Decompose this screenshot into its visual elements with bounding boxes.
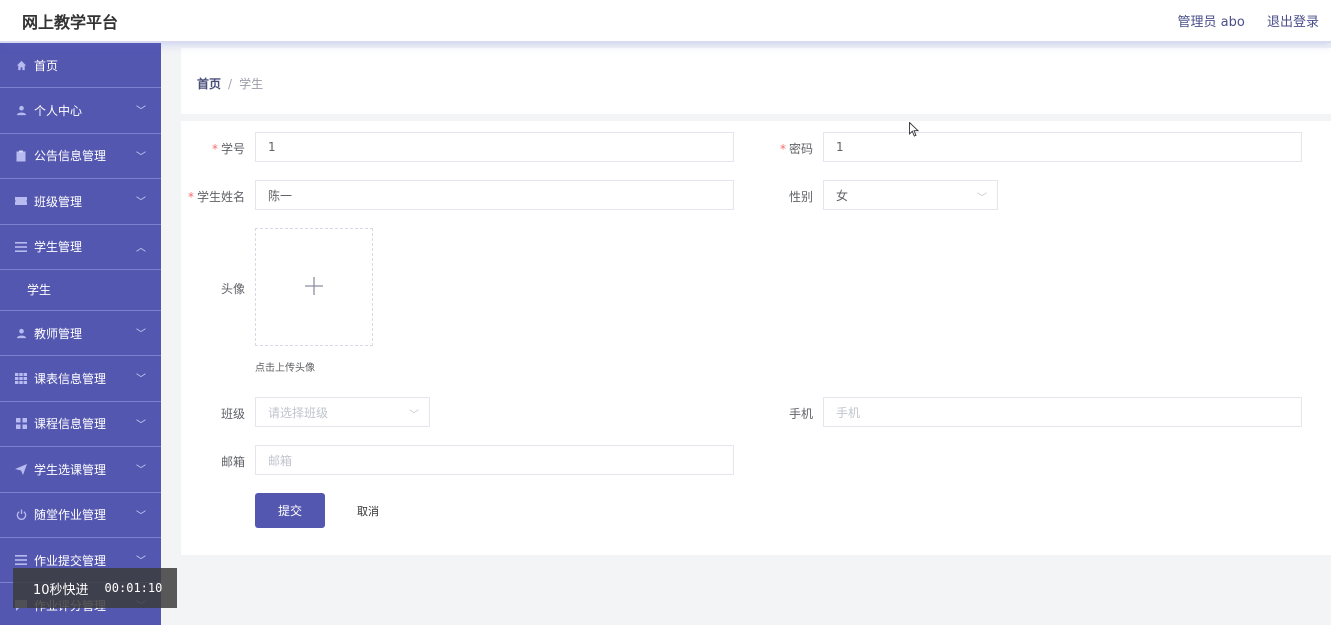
clipboard-icon — [15, 150, 27, 162]
student-id-input[interactable]: 1 — [255, 132, 734, 162]
sidebar-item-label: 学生选课管理 — [34, 462, 107, 477]
student-name-input[interactable]: 陈一 — [255, 180, 734, 210]
student-id-label: * 学号 — [211, 142, 245, 156]
phone-label: 手机 — [788, 407, 813, 421]
chevron-down-icon: ﹀ — [136, 197, 146, 209]
sidebar-item-announcements[interactable]: 公告信息管理 ﹀ — [0, 134, 161, 180]
sidebar-item-label: 班级管理 — [34, 194, 83, 209]
breadcrumb-current: 学生 — [239, 77, 264, 91]
send-icon — [15, 463, 27, 475]
chevron-down-icon: ﹀ — [136, 510, 146, 522]
video-overlay: 10秒快进 00:01:10 — [13, 568, 177, 608]
sidebar-item-label: 课表信息管理 — [34, 372, 107, 387]
sidebar-item-label: 课程信息管理 — [34, 417, 107, 432]
phone-input[interactable]: 手机 — [823, 397, 1302, 427]
sidebar-item-home[interactable]: 首页 — [0, 43, 161, 89]
breadcrumb-home[interactable]: 首页 — [197, 77, 221, 91]
playback-time: 00:01:10 — [104, 581, 163, 595]
sidebar-item-personal-center[interactable]: 个人中心 ﹀ — [0, 88, 161, 134]
header-actions: 管理员 abo 退出登录 — [1160, 11, 1319, 30]
sidebar-item-homework[interactable]: 随堂作业管理 ﹀ — [0, 493, 161, 538]
top-header: 网上教学平台 管理员 abo 退出登录 — [0, 0, 1331, 43]
chevron-down-icon: ﹀ — [136, 419, 146, 431]
sidebar-item-label: 作业提交管理 — [34, 553, 107, 568]
class-select[interactable]: 请选择班级 ﹀ — [255, 397, 430, 427]
chevron-down-icon: ﹀ — [136, 465, 146, 477]
avatar-label: 头像 — [220, 282, 245, 296]
sidebar-item-courses[interactable]: 课程信息管理 ﹀ — [0, 402, 161, 448]
password-label: * 密码 — [779, 142, 813, 156]
app-title: 网上教学平台 — [22, 13, 119, 32]
list-icon — [15, 554, 27, 566]
chevron-down-icon: ﹀ — [136, 106, 146, 118]
breadcrumb: 首页 / 学生 — [197, 75, 263, 92]
email-label: 邮箱 — [220, 455, 245, 469]
chevron-down-icon: ﹀ — [136, 328, 146, 340]
sidebar: 首页 个人中心 ﹀ 公告信息管理 ﹀ 班级管理 ﹀ 学生管理 ︿ 学生 教师管理… — [0, 43, 161, 625]
gender-select[interactable]: 女 ﹀ — [823, 180, 998, 210]
student-name-label: * 学生姓名 — [187, 190, 245, 204]
apps-icon — [15, 418, 27, 430]
gender-label: 性别 — [788, 190, 813, 204]
user-icon — [15, 105, 27, 117]
sidebar-item-label: 随堂作业管理 — [34, 508, 107, 523]
user-icon — [15, 327, 27, 339]
student-form: * 学号 1 * 密码 1 * 学生姓名 陈一 性别 女 ﹀ 头像 点击上传头像 班级… — [181, 121, 1331, 555]
sidebar-item-label: 个人中心 — [34, 104, 83, 119]
password-input[interactable]: 1 — [823, 132, 1302, 162]
mouse-cursor-icon — [909, 121, 920, 140]
gender-value: 女 — [836, 188, 849, 203]
plus-icon — [304, 276, 324, 299]
power-icon — [15, 509, 27, 521]
avatar-upload[interactable] — [255, 228, 373, 346]
list-icon — [15, 241, 27, 253]
submit-button[interactable]: 提交 — [255, 493, 325, 528]
chevron-down-icon: ﹀ — [136, 374, 146, 386]
ticket-icon — [15, 195, 27, 207]
chevron-down-icon: ﹀ — [977, 193, 987, 204]
sidebar-item-label: 公告信息管理 — [34, 149, 107, 164]
home-icon — [15, 59, 27, 71]
chevron-up-icon: ︿ — [136, 242, 146, 254]
cancel-button[interactable]: 取消 — [345, 493, 391, 528]
chevron-down-icon: ﹀ — [136, 151, 146, 163]
sidebar-item-classes[interactable]: 班级管理 ﹀ — [0, 179, 161, 225]
breadcrumb-bar: 首页 / 学生 — [181, 48, 1331, 114]
class-label: 班级 — [220, 407, 245, 421]
avatar-upload-tip: 点击上传头像 — [255, 363, 315, 374]
sidebar-item-course-selection[interactable]: 学生选课管理 ﹀ — [0, 447, 161, 493]
class-placeholder: 请选择班级 — [268, 405, 329, 420]
chevron-down-icon: ﹀ — [409, 410, 419, 421]
sidebar-item-students[interactable]: 学生管理 ︿ — [0, 225, 161, 270]
sidebar-item-teachers[interactable]: 教师管理 ﹀ — [0, 311, 161, 357]
chevron-down-icon: ﹀ — [136, 555, 146, 567]
fast-forward-button[interactable]: 10秒快进 — [33, 579, 89, 598]
grid-icon — [15, 373, 27, 385]
breadcrumb-separator: / — [228, 77, 233, 91]
sidebar-item-timetable[interactable]: 课表信息管理 ﹀ — [0, 356, 161, 402]
sidebar-subitem-student[interactable]: 学生 — [0, 270, 161, 311]
logout-link[interactable]: 退出登录 — [1267, 15, 1319, 30]
sidebar-item-label: 首页 — [34, 58, 59, 73]
current-user[interactable]: 管理员 abo — [1178, 15, 1245, 30]
email-input[interactable]: 邮箱 — [255, 445, 734, 475]
sidebar-item-label: 教师管理 — [34, 326, 83, 341]
sidebar-item-label: 学生管理 — [34, 240, 83, 255]
